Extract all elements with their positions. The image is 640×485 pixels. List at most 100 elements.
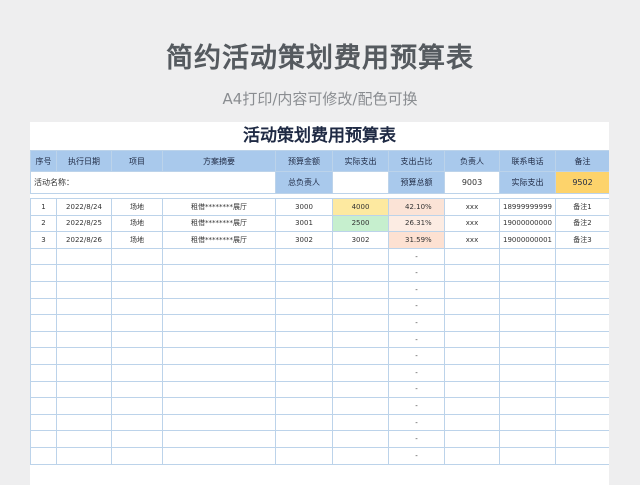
cell[interactable]: 2022/8/26 bbox=[56, 231, 112, 249]
empty-cell[interactable] bbox=[555, 413, 609, 432]
empty-cell[interactable]: - bbox=[388, 430, 445, 448]
empty-cell[interactable] bbox=[444, 247, 500, 266]
cell[interactable]: xxx bbox=[444, 214, 500, 233]
actual-total-value[interactable]: 9502 bbox=[555, 171, 609, 194]
empty-cell[interactable] bbox=[444, 446, 500, 465]
empty-cell[interactable] bbox=[162, 430, 276, 448]
empty-cell[interactable] bbox=[499, 330, 556, 349]
empty-cell[interactable] bbox=[56, 413, 112, 432]
empty-cell[interactable] bbox=[30, 380, 57, 399]
empty-cell[interactable] bbox=[162, 264, 276, 282]
cell[interactable]: 3000 bbox=[275, 198, 333, 216]
empty-cell[interactable] bbox=[444, 347, 500, 365]
empty-cell[interactable] bbox=[56, 330, 112, 349]
cell[interactable]: 场地 bbox=[111, 231, 163, 249]
empty-cell[interactable] bbox=[444, 330, 500, 349]
empty-cell[interactable] bbox=[275, 247, 333, 266]
empty-cell[interactable] bbox=[56, 363, 112, 382]
empty-cell[interactable] bbox=[56, 314, 112, 332]
empty-cell[interactable] bbox=[555, 347, 609, 365]
empty-cell[interactable] bbox=[56, 280, 112, 299]
empty-cell[interactable] bbox=[30, 264, 57, 282]
empty-cell[interactable] bbox=[30, 280, 57, 299]
empty-cell[interactable] bbox=[111, 314, 163, 332]
empty-cell[interactable] bbox=[56, 430, 112, 448]
empty-cell[interactable] bbox=[30, 330, 57, 349]
empty-cell[interactable]: - bbox=[388, 347, 445, 365]
empty-cell[interactable] bbox=[56, 347, 112, 365]
empty-cell[interactable] bbox=[332, 413, 389, 432]
empty-cell[interactable] bbox=[30, 247, 57, 266]
empty-cell[interactable] bbox=[555, 397, 609, 415]
empty-cell[interactable] bbox=[444, 264, 500, 282]
empty-cell[interactable] bbox=[275, 397, 333, 415]
cell[interactable]: 3 bbox=[30, 231, 57, 249]
empty-cell[interactable] bbox=[332, 264, 389, 282]
empty-cell[interactable] bbox=[56, 264, 112, 282]
empty-cell[interactable]: - bbox=[388, 330, 445, 349]
cell[interactable]: xxx bbox=[444, 198, 500, 216]
empty-cell[interactable] bbox=[275, 264, 333, 282]
empty-cell[interactable] bbox=[444, 413, 500, 432]
cell[interactable]: 租借********展厅 bbox=[162, 214, 276, 233]
empty-cell[interactable] bbox=[555, 330, 609, 349]
empty-cell[interactable] bbox=[555, 363, 609, 382]
empty-cell[interactable] bbox=[111, 264, 163, 282]
empty-cell[interactable]: - bbox=[388, 380, 445, 399]
empty-cell[interactable] bbox=[162, 363, 276, 382]
empty-cell[interactable] bbox=[30, 363, 57, 382]
empty-cell[interactable] bbox=[275, 446, 333, 465]
empty-cell[interactable] bbox=[444, 430, 500, 448]
empty-cell[interactable] bbox=[162, 247, 276, 266]
empty-cell[interactable] bbox=[162, 280, 276, 299]
cell[interactable]: 场地 bbox=[111, 214, 163, 233]
cell[interactable]: 备注1 bbox=[555, 198, 609, 216]
empty-cell[interactable] bbox=[162, 314, 276, 332]
empty-cell[interactable] bbox=[332, 330, 389, 349]
empty-cell[interactable] bbox=[30, 446, 57, 465]
empty-cell[interactable]: - bbox=[388, 280, 445, 299]
empty-cell[interactable] bbox=[332, 446, 389, 465]
empty-cell[interactable] bbox=[162, 446, 276, 465]
empty-cell[interactable] bbox=[332, 314, 389, 332]
empty-cell[interactable] bbox=[332, 363, 389, 382]
empty-cell[interactable] bbox=[162, 330, 276, 349]
empty-cell[interactable] bbox=[30, 397, 57, 415]
cell[interactable]: 31.59% bbox=[388, 231, 445, 249]
empty-cell[interactable] bbox=[162, 413, 276, 432]
empty-cell[interactable] bbox=[275, 413, 333, 432]
empty-cell[interactable] bbox=[332, 280, 389, 299]
empty-cell[interactable] bbox=[332, 430, 389, 448]
empty-cell[interactable] bbox=[162, 347, 276, 365]
empty-cell[interactable] bbox=[444, 380, 500, 399]
empty-cell[interactable] bbox=[555, 314, 609, 332]
empty-cell[interactable] bbox=[111, 446, 163, 465]
empty-cell[interactable] bbox=[56, 297, 112, 316]
empty-cell[interactable] bbox=[275, 363, 333, 382]
cell[interactable]: xxx bbox=[444, 231, 500, 249]
empty-cell[interactable] bbox=[332, 380, 389, 399]
cell[interactable]: 4000 bbox=[332, 198, 389, 216]
empty-cell[interactable] bbox=[555, 380, 609, 399]
empty-cell[interactable] bbox=[499, 247, 556, 266]
cell[interactable]: 3002 bbox=[332, 231, 389, 249]
empty-cell[interactable] bbox=[444, 314, 500, 332]
empty-cell[interactable] bbox=[162, 297, 276, 316]
cell[interactable]: 18999999999 bbox=[499, 198, 556, 216]
empty-cell[interactable]: - bbox=[388, 413, 445, 432]
empty-cell[interactable] bbox=[499, 314, 556, 332]
empty-cell[interactable] bbox=[499, 264, 556, 282]
empty-cell[interactable]: - bbox=[388, 363, 445, 382]
cell[interactable]: 场地 bbox=[111, 198, 163, 216]
empty-cell[interactable] bbox=[30, 347, 57, 365]
empty-cell[interactable] bbox=[444, 397, 500, 415]
cell[interactable]: 备注2 bbox=[555, 214, 609, 233]
cell[interactable]: 2022/8/24 bbox=[56, 198, 112, 216]
empty-cell[interactable] bbox=[499, 347, 556, 365]
empty-cell[interactable] bbox=[555, 280, 609, 299]
empty-cell[interactable]: - bbox=[388, 314, 445, 332]
empty-cell[interactable] bbox=[332, 397, 389, 415]
empty-cell[interactable] bbox=[56, 380, 112, 399]
empty-cell[interactable] bbox=[499, 363, 556, 382]
cell[interactable]: 租借********展厅 bbox=[162, 231, 276, 249]
